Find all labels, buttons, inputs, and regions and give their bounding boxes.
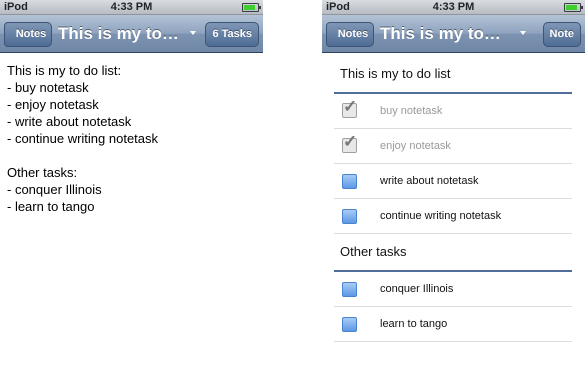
chevron-down-icon[interactable] (190, 31, 196, 35)
task-label: enjoy notetask (380, 140, 451, 152)
note-title[interactable]: This is my to… (380, 15, 501, 52)
task-label: learn to tango (380, 318, 448, 330)
note-line: This is my to do list: (7, 63, 122, 78)
clock: 4:33 PM (432, 1, 475, 13)
battery-level (566, 5, 577, 10)
task-label: conquer Illinois (380, 283, 454, 295)
battery-icon (564, 3, 583, 12)
chevron-down-icon[interactable] (520, 31, 526, 35)
section-header: This is my to do list (340, 66, 451, 81)
note-title[interactable]: This is my to… (58, 15, 179, 52)
checkbox-icon[interactable] (342, 209, 357, 224)
notes-back-button[interactable]: Notes (4, 22, 52, 47)
note-line: Other tasks: (7, 165, 78, 180)
note-line: - learn to tango (7, 199, 95, 214)
navigation-bar: Notes This is my to… 6 Tasks (0, 15, 263, 53)
battery-icon (242, 3, 261, 12)
navigation-bar: Notes This is my to… Note (322, 15, 585, 53)
section-header: Other tasks (340, 244, 407, 259)
note-line: - conquer Illinois (7, 182, 102, 197)
status-bar: iPod 4:33 PM (0, 0, 263, 15)
tasks-button[interactable]: 6 Tasks (205, 22, 259, 47)
note-line: - enjoy notetask (7, 97, 99, 112)
task-row[interactable]: learn to tango (334, 307, 572, 342)
note-body[interactable]: This is my to do list: - buy notetask - en… (7, 62, 158, 215)
note-view-screen: iPod 4:33 PM Notes This is my to… 6 Task… (0, 0, 263, 392)
notes-back-button[interactable]: Notes (326, 22, 374, 47)
task-row[interactable]: ✓ buy notetask (334, 94, 572, 129)
task-row[interactable]: conquer Illinois (334, 272, 572, 307)
checkmark-icon[interactable]: ✓ (340, 132, 360, 154)
note-line: - buy notetask (7, 80, 89, 95)
battery-level (244, 5, 255, 10)
task-row[interactable]: ✓ enjoy notetask (334, 129, 572, 164)
note-line (7, 147, 158, 164)
note-line: - write about notetask (7, 114, 132, 129)
task-label: buy notetask (380, 105, 443, 117)
task-row[interactable]: continue writing notetask (334, 199, 572, 234)
status-bar: iPod 4:33 PM (322, 0, 585, 15)
checkbox-icon[interactable] (342, 174, 357, 189)
clock: 4:33 PM (110, 1, 153, 13)
checkbox-icon[interactable] (342, 282, 357, 297)
checkmark-icon[interactable]: ✓ (340, 97, 360, 119)
note-button[interactable]: Note (542, 22, 581, 47)
task-view-screen: iPod 4:33 PM Notes This is my to… Note T… (322, 0, 585, 392)
task-label: continue writing notetask (380, 210, 502, 222)
note-line: - continue writing notetask (7, 131, 159, 146)
task-label: write about notetask (380, 175, 479, 187)
task-row[interactable]: write about notetask (334, 164, 572, 199)
checkbox-icon[interactable] (342, 317, 357, 332)
